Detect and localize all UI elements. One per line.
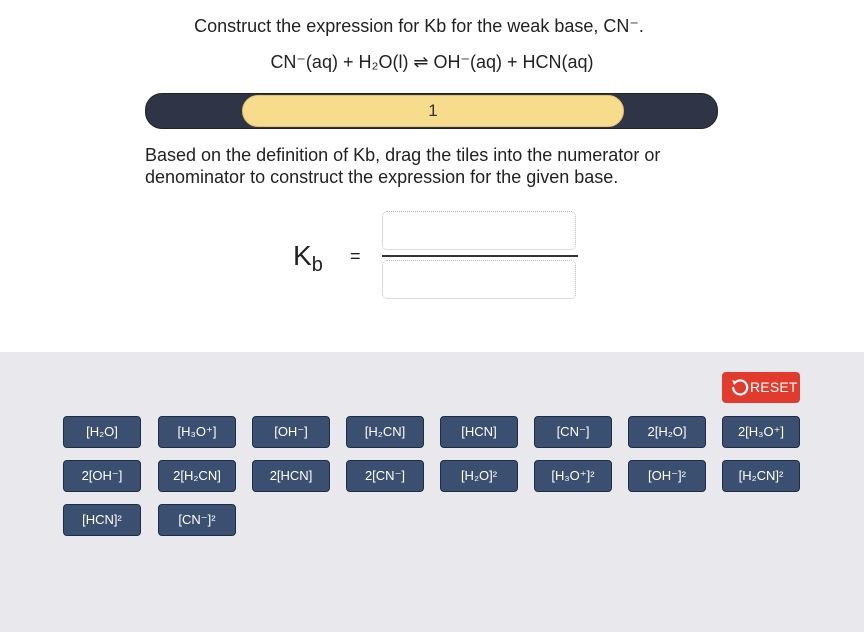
tile-tray: RESET [H₂O] [H₃O⁺] [OH⁻] [H₂CN] [HCN] [CN⁻] 2[… [0,352,864,632]
tile[interactable]: [CN⁻] [534,416,612,448]
reset-label: RESET [750,379,798,395]
tile[interactable]: [H₂CN]² [722,460,800,492]
instructions-text: Based on the definition of Kb, drag the … [145,145,661,187]
kb-subscript: b [311,254,323,276]
tile[interactable]: [H₂O]² [440,460,518,492]
equals-sign: = [350,246,361,266]
tile[interactable]: 2[HCN] [252,460,330,492]
progress-track: 1 [145,93,718,129]
tile[interactable]: [H₂O] [63,416,141,448]
fraction-line [382,255,578,257]
tile[interactable]: 2[CN⁻] [346,460,424,492]
numerator-dropzone[interactable] [382,211,576,250]
tile[interactable]: [HCN] [440,416,518,448]
denominator-dropzone[interactable] [382,260,576,299]
tile[interactable]: [H₃O⁺] [158,416,236,448]
reaction-equation: CN⁻(aq) + H₂O(l) ⇌ OH⁻(aq) + HCN(aq) [270,52,594,72]
progress-step-1[interactable]: 1 [242,95,624,127]
reset-button[interactable]: RESET [722,372,800,403]
reset-icon [732,379,749,396]
tile[interactable]: 2[H₂CN] [158,460,236,492]
kb-label: Kb [293,240,323,277]
tile[interactable]: [OH⁻] [252,416,330,448]
tile[interactable]: [HCN]² [63,504,141,536]
tile[interactable]: 2[OH⁻] [63,460,141,492]
tile[interactable]: [CN⁻]² [158,504,236,536]
tile[interactable]: 2[H₂O] [628,416,706,448]
question-title: Construct the expression for Kb for the … [194,16,644,36]
page: Construct the expression for Kb for the … [0,0,864,632]
tile[interactable]: 2[H₃O⁺] [722,416,800,448]
tile[interactable]: [H₃O⁺]² [534,460,612,492]
tile[interactable]: [H₂CN] [346,416,424,448]
tile[interactable]: [OH⁻]² [628,460,706,492]
kb-symbol: K [293,240,312,271]
